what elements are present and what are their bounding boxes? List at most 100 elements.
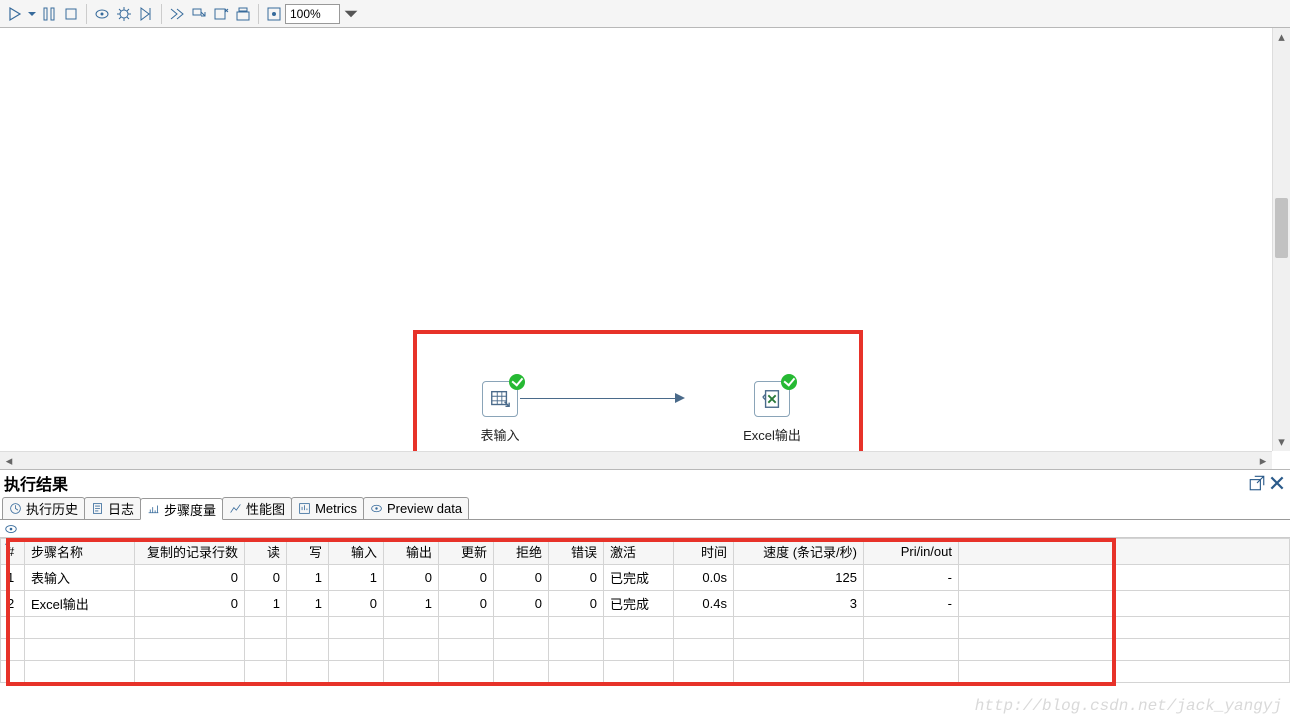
cell-reject: 0: [494, 591, 549, 617]
table-header-row: ^# 步骤名称 复制的记录行数 读 写 输入 输出 更新 拒绝 错误 激活 时间…: [1, 539, 1290, 565]
results-panel: 执行结果 执行历史 日志 步骤度量 性能图 Metrics Preview da…: [0, 470, 1290, 719]
tab-label: 性能图: [246, 499, 285, 518]
check-icon: [781, 374, 797, 390]
scroll-thumb[interactable]: [1275, 198, 1288, 258]
cell-name: 表输入: [25, 565, 135, 591]
cell-reject: 0: [494, 565, 549, 591]
cell-active: 已完成: [604, 565, 674, 591]
table-row-empty: [1, 661, 1290, 683]
scroll-down-icon[interactable]: ▾: [1273, 433, 1290, 451]
cell-error: 0: [549, 591, 604, 617]
preview-icon[interactable]: [92, 4, 112, 24]
cell-input: 0: [329, 591, 384, 617]
col-output[interactable]: 输出: [384, 539, 439, 565]
tab-label: Metrics: [315, 501, 357, 516]
horizontal-scrollbar[interactable]: ◂ ▸: [0, 451, 1272, 469]
scroll-up-icon[interactable]: ▴: [1273, 28, 1290, 46]
metrics-table-wrap: ^# 步骤名称 复制的记录行数 读 写 输入 输出 更新 拒绝 错误 激活 时间…: [0, 538, 1290, 719]
cell-speed: 3: [734, 591, 864, 617]
col-speed[interactable]: 速度 (条记录/秒): [734, 539, 864, 565]
node-excel-output[interactable]: Excel输出: [732, 381, 812, 444]
table-row-empty: [1, 639, 1290, 661]
zoom-input[interactable]: [285, 4, 340, 24]
table-row[interactable]: 1表输入00110000已完成0.0s125-: [1, 565, 1290, 591]
run-icon[interactable]: [5, 4, 25, 24]
tab-label: 日志: [108, 499, 134, 518]
cell-time: 0.4s: [674, 591, 734, 617]
scroll-left-icon[interactable]: ◂: [0, 452, 18, 469]
scroll-right-icon[interactable]: ▸: [1254, 452, 1272, 469]
tab-perf-graph[interactable]: 性能图: [222, 497, 292, 519]
cell-name: Excel输出: [25, 591, 135, 617]
table-input-icon: [482, 381, 518, 417]
cell-update: 0: [439, 591, 494, 617]
excel-output-icon: [754, 381, 790, 417]
cell-idx: 1: [1, 565, 25, 591]
tab-log[interactable]: 日志: [84, 497, 141, 519]
debug-icon[interactable]: [114, 4, 134, 24]
cell-write: 1: [287, 591, 329, 617]
show-results-icon[interactable]: [233, 4, 253, 24]
cell-speed: 125: [734, 565, 864, 591]
tab-label: 执行历史: [26, 499, 78, 518]
cell-active: 已完成: [604, 591, 674, 617]
cell-idx: 2: [1, 591, 25, 617]
col-time[interactable]: 时间: [674, 539, 734, 565]
col-update[interactable]: 更新: [439, 539, 494, 565]
col-write[interactable]: 写: [287, 539, 329, 565]
col-spacer: [959, 539, 1290, 565]
tab-history[interactable]: 执行历史: [2, 497, 85, 519]
cell-update: 0: [439, 565, 494, 591]
table-row-empty: [1, 617, 1290, 639]
hop-arrow-icon: [675, 393, 685, 403]
col-copied[interactable]: 复制的记录行数: [135, 539, 245, 565]
col-prio[interactable]: Pri/in/out: [864, 539, 959, 565]
table-row[interactable]: 2Excel输出01101000已完成0.4s3-: [1, 591, 1290, 617]
node-label: Excel输出: [732, 425, 812, 444]
analyze-icon[interactable]: [211, 4, 231, 24]
tab-step-metrics[interactable]: 步骤度量: [140, 498, 223, 520]
run-dropdown-icon[interactable]: [27, 4, 37, 24]
close-icon[interactable]: [1268, 474, 1286, 492]
hop-line[interactable]: [520, 398, 675, 399]
cell-input: 1: [329, 565, 384, 591]
check-icon: [509, 374, 525, 390]
col-reject[interactable]: 拒绝: [494, 539, 549, 565]
cell-copied: 0: [135, 591, 245, 617]
cell-read: 0: [245, 565, 287, 591]
canvas[interactable]: 表输入 Excel输出 ▴ ▾ ◂ ▸: [0, 28, 1290, 470]
filter-row[interactable]: [0, 520, 1290, 538]
explore-icon[interactable]: [189, 4, 209, 24]
cell-time: 0.0s: [674, 565, 734, 591]
sql-icon[interactable]: [167, 4, 187, 24]
tab-metrics[interactable]: Metrics: [291, 497, 364, 519]
tab-label: Preview data: [387, 501, 462, 516]
vertical-scrollbar[interactable]: ▴ ▾: [1272, 28, 1290, 451]
pause-icon[interactable]: [39, 4, 59, 24]
cell-output: 1: [384, 591, 439, 617]
snap-icon[interactable]: [264, 4, 284, 24]
toolbar: [0, 0, 1290, 28]
replay-icon[interactable]: [136, 4, 156, 24]
results-title: 执行结果: [4, 471, 1248, 495]
zoom-dropdown-icon[interactable]: [341, 4, 361, 24]
col-active[interactable]: 激活: [604, 539, 674, 565]
results-tabs: 执行历史 日志 步骤度量 性能图 Metrics Preview data: [0, 496, 1290, 520]
col-error[interactable]: 错误: [549, 539, 604, 565]
col-idx[interactable]: ^#: [1, 539, 25, 565]
tab-preview-data[interactable]: Preview data: [363, 497, 469, 519]
node-label: 表输入: [460, 425, 540, 444]
col-name[interactable]: 步骤名称: [25, 539, 135, 565]
cell-write: 1: [287, 565, 329, 591]
cell-read: 1: [245, 591, 287, 617]
popout-icon[interactable]: [1248, 474, 1266, 492]
cell-error: 0: [549, 565, 604, 591]
cell-prio: -: [864, 565, 959, 591]
metrics-table: ^# 步骤名称 复制的记录行数 读 写 输入 输出 更新 拒绝 错误 激活 时间…: [0, 538, 1290, 683]
col-read[interactable]: 读: [245, 539, 287, 565]
node-table-input[interactable]: 表输入: [460, 381, 540, 444]
cell-copied: 0: [135, 565, 245, 591]
col-input[interactable]: 输入: [329, 539, 384, 565]
cell-prio: -: [864, 591, 959, 617]
stop-icon[interactable]: [61, 4, 81, 24]
